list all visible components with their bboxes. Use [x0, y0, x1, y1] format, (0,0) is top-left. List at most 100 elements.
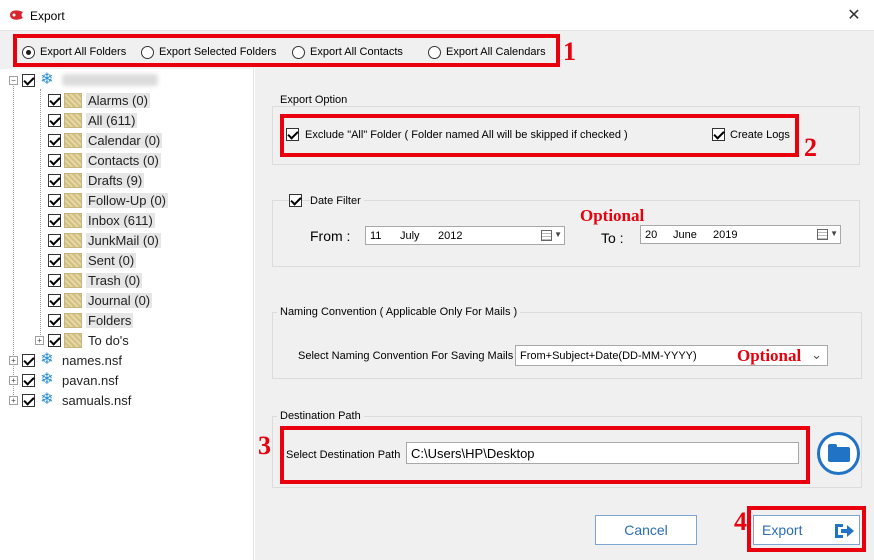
group-title: Export Option — [277, 94, 351, 106]
folder-icon — [64, 332, 82, 348]
tree-item-label: To do's — [88, 332, 129, 348]
expand-icon[interactable]: + — [9, 375, 18, 385]
tree-item-label: Inbox (611) — [86, 212, 155, 228]
export-button-label: Export — [762, 522, 803, 538]
tree-checkbox[interactable] — [22, 73, 35, 87]
folder-icon — [64, 132, 82, 148]
annotation-frame-3 — [280, 426, 810, 484]
tree-root[interactable]: + ❄ samuals.nsf — [9, 391, 133, 409]
from-year: 2012 — [438, 230, 463, 242]
tree-item-label: Trash (0) — [86, 272, 143, 288]
tree-checkbox[interactable] — [48, 93, 61, 107]
folder-icon — [64, 292, 82, 308]
tree-item[interactable]: Journal (0) — [48, 291, 153, 309]
to-month: June — [673, 229, 697, 241]
from-label: From : — [310, 228, 351, 244]
tree-item[interactable]: Sent (0) — [48, 251, 137, 269]
collapse-icon[interactable]: − — [9, 75, 18, 85]
optional-note-date: Optional — [580, 206, 645, 225]
tree-checkbox[interactable] — [22, 353, 35, 367]
tree-item[interactable]: Calendar (0) — [48, 131, 163, 149]
tree-checkbox[interactable] — [48, 333, 61, 347]
from-day: 11 — [370, 230, 382, 242]
tree-item[interactable]: Inbox (611) — [48, 211, 155, 229]
folder-icon — [64, 272, 82, 288]
tree-checkbox[interactable] — [48, 193, 61, 207]
tree-root[interactable]: + ❄ pavan.nsf — [9, 371, 120, 389]
tree-item-label: samuals.nsf — [62, 392, 132, 408]
to-date-picker[interactable]: 20 June 2019 ▼ — [640, 225, 841, 244]
tree-checkbox[interactable] — [22, 393, 35, 407]
database-icon: ❄ — [40, 371, 54, 388]
annotation-frame-2 — [280, 114, 799, 157]
tree-checkbox[interactable] — [48, 293, 61, 307]
tree-checkbox[interactable] — [48, 233, 61, 247]
folder-icon — [64, 252, 82, 268]
date-filter-checkbox[interactable] — [289, 194, 302, 207]
tree-item-label: JunkMail (0) — [86, 232, 161, 248]
tree-checkbox[interactable] — [22, 373, 35, 387]
tree-checkbox[interactable] — [48, 213, 61, 227]
tree-item-label: Calendar (0) — [86, 132, 163, 148]
tree-item-label: names.nsf — [62, 352, 122, 368]
from-date-picker[interactable]: 11 July 2012 ▼ — [365, 226, 565, 245]
annotation-number-4: 4 — [734, 507, 747, 536]
tree-item-label: Journal (0) — [86, 292, 153, 308]
tree-checkbox[interactable] — [48, 173, 61, 187]
folder-icon — [64, 112, 82, 128]
tree-item[interactable]: Folders — [48, 311, 134, 329]
cancel-button[interactable]: Cancel — [595, 515, 697, 545]
tree-item[interactable]: JunkMail (0) — [48, 231, 161, 249]
tree-root-account[interactable]: − ❄ — [9, 71, 158, 89]
blurred-account-name — [62, 74, 158, 86]
tree-item-label: Contacts (0) — [86, 152, 161, 168]
tree-item-label: Alarms (0) — [86, 92, 150, 108]
window-title: Export — [30, 9, 65, 23]
export-arrow-icon — [835, 524, 854, 538]
close-button[interactable]: ✕ — [834, 0, 874, 31]
tree-checkbox[interactable] — [48, 313, 61, 327]
database-icon: ❄ — [40, 351, 54, 368]
tree-checkbox[interactable] — [48, 153, 61, 167]
tree-item-label: All (611) — [86, 112, 138, 128]
folder-icon — [64, 212, 82, 228]
folder-icon — [64, 192, 82, 208]
optional-note-naming: Optional — [737, 346, 802, 365]
folder-icon — [64, 232, 82, 248]
tree-item[interactable]: Alarms (0) — [48, 91, 150, 109]
tree-item[interactable]: Trash (0) — [48, 271, 143, 289]
tree-item-label: pavan.nsf — [62, 372, 119, 388]
expand-icon[interactable]: + — [35, 335, 44, 345]
tree-item[interactable]: All (611) — [48, 111, 138, 129]
date-filter-label: Date Filter — [310, 195, 364, 207]
expand-icon[interactable]: + — [9, 355, 18, 365]
folder-icon — [64, 152, 82, 168]
annotation-number-1: 1 — [563, 37, 576, 66]
tree-item[interactable]: Drafts (9) — [48, 171, 145, 189]
to-label: To : — [601, 230, 624, 246]
group-title: Naming Convention ( Applicable Only For … — [277, 306, 521, 318]
to-year: 2019 — [713, 229, 738, 241]
tree-item-label: Drafts (9) — [86, 172, 145, 188]
folder-icon — [64, 172, 82, 188]
tree-item-label: Folders — [86, 312, 134, 328]
annotation-number-3: 3 — [258, 431, 271, 460]
tree-checkbox[interactable] — [48, 113, 61, 127]
tree-guide — [40, 89, 41, 341]
tree-checkbox[interactable] — [48, 273, 61, 287]
tree-item[interactable]: Follow-Up (0) — [48, 191, 169, 209]
from-month: July — [400, 230, 420, 242]
folder-tree[interactable]: − ❄ Alarms (0) All (611) Calendar (0) Co… — [0, 69, 254, 560]
export-button[interactable]: Export — [753, 515, 860, 545]
folder-icon — [64, 312, 82, 328]
app-logo-icon — [10, 10, 23, 20]
expand-icon[interactable]: + — [9, 395, 18, 405]
annotation-number-2: 2 — [804, 133, 817, 162]
tree-checkbox[interactable] — [48, 253, 61, 267]
browse-folder-icon[interactable] — [817, 432, 860, 475]
tree-item[interactable]: + To do's — [35, 331, 131, 349]
tree-checkbox[interactable] — [48, 133, 61, 147]
tree-item[interactable]: Contacts (0) — [48, 151, 161, 169]
tree-root[interactable]: + ❄ names.nsf — [9, 351, 124, 369]
to-day: 20 — [645, 229, 658, 241]
